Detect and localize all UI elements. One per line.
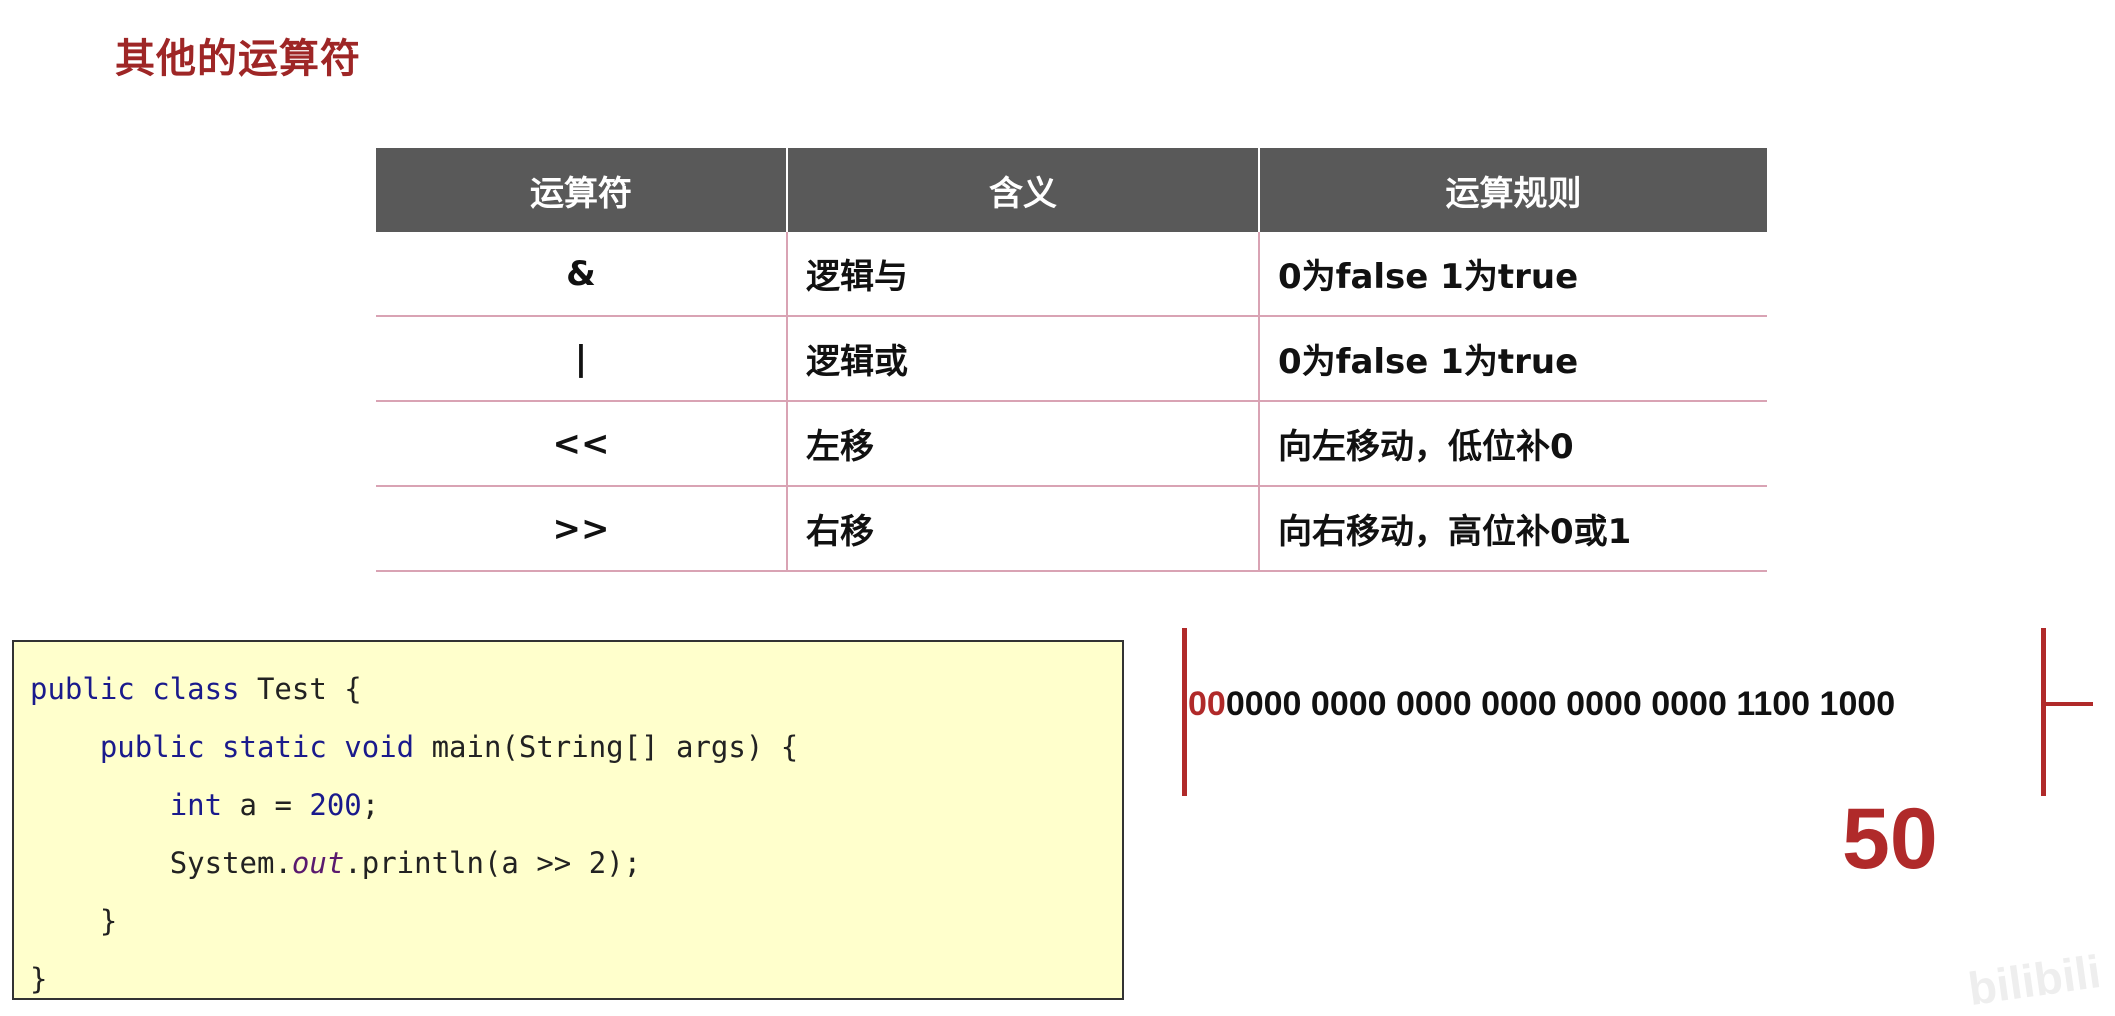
code-keyword: public static void	[99, 730, 415, 764]
code-text: main(String[] args) {	[414, 730, 799, 764]
code-line-3: int a = 200;	[30, 776, 1122, 834]
table-row: & 逻辑与 0为false 1为true	[376, 232, 1767, 317]
shift-result: 50	[1842, 791, 1938, 887]
header-meaning: 含义	[787, 148, 1260, 232]
dropped-bits-strike	[2043, 702, 2093, 706]
code-text: }	[30, 962, 48, 996]
code-line-4: System.out.println(a >> 2);	[30, 834, 1122, 892]
code-line-1: public class Test {	[30, 660, 1122, 718]
code-text: }	[99, 904, 118, 938]
cell-meaning: 左移	[787, 401, 1260, 487]
binary-representation: 000000 0000 0000 0000 0000 0000 1100 100…	[1188, 685, 1895, 724]
watermark-logo: bilibili	[1965, 945, 2104, 1015]
cell-operator: <<	[376, 401, 788, 487]
header-operator: 运算符	[376, 148, 788, 232]
code-text: .println(a >> 2);	[344, 846, 642, 880]
cell-meaning: 右移	[787, 486, 1260, 572]
operator-table: 运算符 含义 运算规则 & 逻辑与 0为false 1为true | 逻辑或 0…	[376, 148, 1767, 572]
cell-rule: 0为false 1为true	[1259, 316, 1767, 402]
right-boundary-bar	[2041, 628, 2046, 796]
code-line-2: public static void main(String[] args) {	[30, 718, 1122, 776]
code-line-5: }	[30, 892, 1122, 950]
table-header-row: 运算符 含义 运算规则	[376, 148, 1767, 232]
cell-rule: 0为false 1为true	[1259, 232, 1767, 317]
code-keyword: public class	[30, 672, 240, 706]
cell-rule: 向左移动，低位补0	[1259, 401, 1767, 487]
code-text: System.	[169, 846, 292, 880]
left-boundary-bar	[1182, 628, 1187, 796]
binary-shifted-prefix: 00	[1188, 685, 1226, 723]
cell-operator: >>	[376, 486, 788, 572]
code-block: public class Test { public static void m…	[12, 640, 1124, 1000]
code-field: out	[291, 846, 345, 880]
binary-value: 0000 0000 0000 0000 0000 0000 1100 1000	[1225, 685, 1896, 723]
code-keyword: int	[169, 788, 223, 822]
cell-operator: |	[376, 316, 788, 402]
code-number: 200	[309, 788, 362, 822]
cell-meaning: 逻辑或	[787, 316, 1260, 402]
code-line-6: }	[30, 950, 1122, 1008]
code-text: ;	[361, 788, 380, 822]
cell-rule: 向右移动，高位补0或1	[1259, 486, 1767, 572]
cell-meaning: 逻辑与	[787, 232, 1260, 317]
code-text: Test {	[239, 672, 362, 706]
table-row: | 逻辑或 0为false 1为true	[376, 316, 1767, 402]
code-text: a =	[222, 788, 310, 822]
table-row: << 左移 向左移动，低位补0	[376, 401, 1767, 487]
header-rule: 运算规则	[1259, 148, 1767, 232]
page-title: 其他的运算符	[115, 36, 361, 82]
table-row: >> 右移 向右移动，高位补0或1	[376, 486, 1767, 572]
cell-operator: &	[376, 232, 788, 317]
